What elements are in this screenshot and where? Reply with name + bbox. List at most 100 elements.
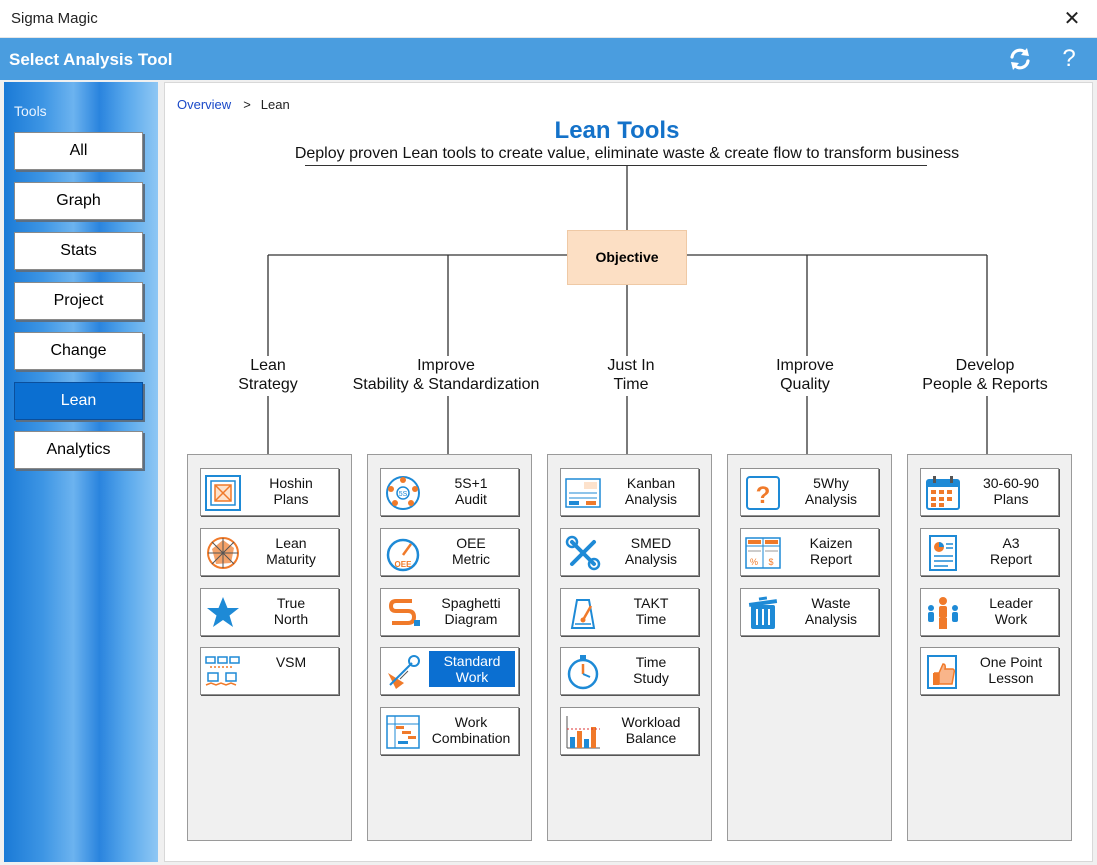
tool-label: 30-60-90 Plans — [982, 475, 1040, 507]
tool-kanban-analysis[interactable]: Kanban Analysis — [560, 468, 699, 516]
tool-work-combination[interactable]: Work Combination — [380, 707, 519, 755]
tool-5why-analysis[interactable]: ? 5Why Analysis — [740, 468, 879, 516]
tool-vsm[interactable]: VSM — [200, 647, 339, 695]
branch-label-line1: Improve — [776, 357, 834, 374]
tool-label: Lean Maturity — [266, 535, 316, 567]
branch-label-line1: Develop — [955, 357, 1015, 374]
dialog-header: Select Analysis Tool ? — [0, 38, 1097, 80]
leader-icon — [928, 597, 958, 629]
takt-icon — [570, 599, 596, 629]
tool-label: TAKT Time — [633, 595, 669, 627]
tool-leader-work[interactable]: Leader Work — [920, 588, 1059, 636]
sidebar-item-stats[interactable]: Stats — [14, 232, 143, 270]
tool-a3-report[interactable]: A3 Report — [920, 528, 1059, 576]
tool-label: Waste Analysis — [804, 595, 858, 627]
a3-report-icon — [929, 535, 957, 571]
tool-label: OEE Metric — [451, 535, 491, 567]
branch-label-quality: Improve Quality — [705, 356, 905, 394]
close-icon[interactable]: ✕ — [1059, 6, 1085, 32]
tool-kaizen-report[interactable]: % $ Kaizen Report — [740, 528, 879, 576]
svg-text:$: $ — [768, 557, 773, 567]
stopwatch-icon — [567, 655, 599, 690]
tool-column-lean-strategy: Hoshin Plans Lean Maturity True North VS… — [187, 454, 352, 841]
branch-label-lean-strategy: Lean Strategy — [168, 356, 368, 394]
svg-text:OEE: OEE — [395, 560, 413, 569]
tool-oee-metric[interactable]: OEE OEE Metric — [380, 528, 519, 576]
tool-time-study[interactable]: Time Study — [560, 647, 699, 695]
branch-label-people: Develop People & Reports — [885, 356, 1085, 394]
tools-label: Tools — [14, 103, 47, 119]
branch-label-stability: Improve Stability & Standardization — [346, 356, 546, 394]
tool-smed-analysis[interactable]: SMED Analysis — [560, 528, 699, 576]
objective-node: Objective — [567, 230, 687, 285]
tool-column-just-in-time: KanbanAnalysis SMEDAnalysis TAKTTime — [547, 454, 712, 841]
tool-column-quality: ? 5Why Analysis % $ Kaizen Report Waste … — [727, 454, 892, 841]
sidebar-item-project[interactable]: Project — [14, 282, 143, 320]
tool-lean-maturity[interactable]: Lean Maturity — [200, 528, 339, 576]
sidebar-item-analytics[interactable]: Analytics — [14, 431, 143, 469]
spaghetti-icon — [388, 599, 420, 626]
value-stream-map-icon — [205, 656, 240, 686]
branch-label-just-in-time: Just In Time — [531, 356, 731, 394]
branch-label-line2: People & Reports — [922, 376, 1048, 393]
svg-text:?: ? — [756, 482, 771, 509]
tool-hoshin-plans[interactable]: Hoshin Plans — [200, 468, 339, 516]
tool-spaghetti-diagram[interactable]: Spaghetti Diagram — [380, 588, 519, 636]
tool-standard-work[interactable]: Standard Work — [380, 647, 519, 695]
branch-label-line1: Just In — [607, 357, 655, 374]
tool-label: Time Study — [633, 654, 669, 686]
svg-text:5S: 5S — [399, 491, 408, 498]
tool-label: Hoshin Plans — [269, 475, 313, 507]
tools-wrench-icon — [565, 535, 601, 571]
oee-gauge-icon: OEE — [386, 538, 420, 572]
tool-label-selected: Standard Work — [429, 651, 515, 687]
tool-column-people: 30-60-90 Plans A3 Report Leader Work One… — [907, 454, 1072, 841]
window-title: Sigma Magic — [11, 10, 98, 27]
tool-label: VSM — [275, 654, 307, 670]
tool-label: Kaizen Report — [809, 535, 853, 567]
tool-label: 5S+1 Audit — [454, 475, 488, 507]
tool-column-stability: 5S 5S+1 Audit OEE OEE Metric Spaghetti Diag… — [367, 454, 532, 841]
tool-true-north[interactable]: True North — [200, 588, 339, 636]
bar-chart-icon — [566, 716, 600, 749]
5s-wheel-icon: 5S — [386, 476, 420, 510]
tool-workload-balance[interactable]: Workload Balance — [560, 707, 699, 755]
kanban-card-icon — [565, 478, 601, 508]
kaizen-report-icon: % $ — [745, 537, 781, 569]
sidebar-item-all[interactable]: All — [14, 132, 143, 170]
sidebar-item-graph[interactable]: Graph — [14, 182, 143, 220]
tool-label: 5Why Analysis — [804, 475, 858, 507]
trash-bin-icon — [748, 596, 778, 629]
help-icon[interactable]: ? — [1056, 44, 1082, 74]
tools-sidebar: Tools All Graph Stats Project Change Lea… — [4, 82, 158, 862]
tool-5s-audit[interactable]: 5S 5S+1 Audit — [380, 468, 519, 516]
window-titlebar: Sigma Magic ✕ — [0, 0, 1097, 38]
tool-label: True North — [273, 595, 309, 627]
refresh-icon[interactable] — [1006, 45, 1034, 73]
maturity-radar-icon — [207, 537, 239, 569]
tool-waste-analysis[interactable]: Waste Analysis — [740, 588, 879, 636]
main-panel: Overview > Lean Lean Tools Deploy proven L… — [164, 82, 1093, 862]
tool-label: Spaghetti Diagram — [441, 595, 501, 627]
branch-label-line2: Quality — [780, 376, 830, 393]
tool-label: A3 Report — [989, 535, 1033, 567]
tool-label: SMED Analysis — [624, 535, 678, 567]
thumbs-up-icon — [927, 655, 957, 689]
calendar-icon — [926, 476, 960, 510]
hoshin-icon — [205, 475, 241, 511]
svg-text:%: % — [750, 557, 758, 567]
tool-label: One Point Lesson — [979, 654, 1043, 686]
branch-label-line1: Lean — [250, 357, 286, 374]
tool-label: Workload Balance — [621, 714, 681, 746]
sidebar-item-lean[interactable]: Lean — [14, 382, 143, 420]
tool-label: Kanban Analysis — [624, 475, 678, 507]
tool-label: Leader Work — [989, 595, 1033, 627]
branch-label-line1: Improve — [417, 357, 475, 374]
branch-label-line2: Strategy — [238, 376, 298, 393]
tool-takt-time[interactable]: TAKT Time — [560, 588, 699, 636]
tool-one-point-lesson[interactable]: One Point Lesson — [920, 647, 1059, 695]
sidebar-item-change[interactable]: Change — [14, 332, 143, 370]
branch-label-line2: Stability & Standardization — [352, 376, 540, 393]
tool-30-60-90-plans[interactable]: 30-60-90 Plans — [920, 468, 1059, 516]
tool-label: Work Combination — [431, 714, 511, 746]
